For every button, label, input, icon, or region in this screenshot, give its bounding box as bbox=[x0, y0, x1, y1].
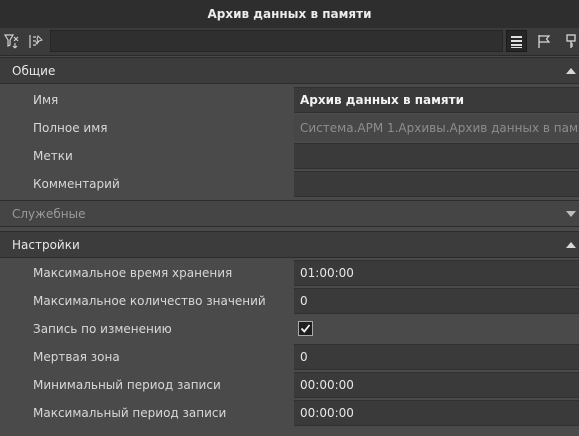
key-icon bbox=[565, 34, 576, 48]
tags-field[interactable] bbox=[294, 143, 579, 169]
property-row-name: Имя Архив данных в памяти bbox=[0, 86, 579, 114]
window-title: Архив данных в памяти bbox=[207, 7, 372, 21]
search-input[interactable] bbox=[50, 30, 503, 52]
property-label: Комментарий bbox=[33, 177, 120, 191]
toolbar bbox=[0, 28, 579, 56]
section-general-header[interactable]: Общие bbox=[0, 57, 579, 84]
property-row-max-record-period: Максимальный период записи 00:00:00 bbox=[0, 399, 579, 427]
property-label: Запись по изменению bbox=[33, 322, 172, 336]
full-name-field: Система.АРМ 1.Архивы.Архив данных в памя… bbox=[294, 115, 579, 141]
property-row-comment: Комментарий bbox=[0, 170, 579, 198]
property-label: Метки bbox=[33, 149, 73, 163]
property-label: Максимальное количество значений bbox=[33, 294, 266, 308]
max-values-count-field[interactable]: 0 bbox=[294, 288, 579, 314]
property-row-max-values-count: Максимальное количество значений 0 bbox=[0, 287, 579, 315]
collapse-arrow-icon[interactable] bbox=[565, 241, 577, 249]
comment-field[interactable] bbox=[294, 171, 579, 197]
section-service-header[interactable]: Служебные bbox=[0, 200, 579, 227]
property-row-tags: Метки bbox=[0, 142, 579, 170]
property-label: Мертвая зона bbox=[33, 350, 120, 364]
key-button[interactable] bbox=[560, 30, 579, 52]
list-view-button[interactable] bbox=[506, 30, 527, 52]
max-storage-time-field[interactable]: 01:00:00 bbox=[294, 260, 579, 286]
property-row-record-on-change: Запись по изменению bbox=[0, 315, 579, 343]
min-record-period-field[interactable]: 00:00:00 bbox=[294, 372, 579, 398]
property-label: Имя bbox=[33, 93, 59, 107]
dead-zone-field[interactable]: 0 bbox=[294, 344, 579, 370]
window-title-bar: Архив данных в памяти bbox=[0, 0, 579, 29]
property-label: Минимальный период записи bbox=[33, 378, 221, 392]
flag-icon bbox=[537, 35, 550, 48]
record-on-change-checkbox[interactable] bbox=[298, 321, 313, 336]
checkmark-icon bbox=[300, 324, 311, 333]
max-record-period-field[interactable]: 00:00:00 bbox=[294, 400, 579, 426]
property-label: Полное имя bbox=[33, 121, 108, 135]
property-row-dead-zone: Мертвая зона 0 bbox=[0, 343, 579, 371]
section-general-title: Общие bbox=[12, 63, 56, 78]
property-row-max-storage-time: Максимальное время хранения 01:00:00 bbox=[0, 259, 579, 287]
filter-button[interactable] bbox=[2, 30, 23, 52]
filter-icon bbox=[4, 33, 19, 48]
property-label: Максимальный период записи bbox=[33, 406, 227, 420]
name-field[interactable]: Архив данных в памяти bbox=[294, 87, 579, 113]
property-row-full-name: Полное имя Система.АРМ 1.Архивы.Архив да… bbox=[0, 114, 579, 142]
property-row-min-record-period: Минимальный период записи 00:00:00 bbox=[0, 371, 579, 399]
property-label: Максимальное время хранения bbox=[33, 266, 233, 280]
section-settings-header[interactable]: Настройки bbox=[0, 231, 579, 258]
flag-button[interactable] bbox=[533, 30, 554, 52]
collapse-arrow-icon[interactable] bbox=[565, 67, 577, 75]
section-service-title: Служебные bbox=[12, 206, 86, 221]
record-on-change-cell bbox=[294, 316, 579, 342]
pin-list-icon bbox=[29, 34, 43, 48]
section-settings-title: Настройки bbox=[12, 237, 80, 252]
list-view-icon bbox=[511, 35, 522, 48]
expand-arrow-icon[interactable] bbox=[565, 210, 577, 218]
pin-list-button[interactable] bbox=[25, 30, 46, 52]
